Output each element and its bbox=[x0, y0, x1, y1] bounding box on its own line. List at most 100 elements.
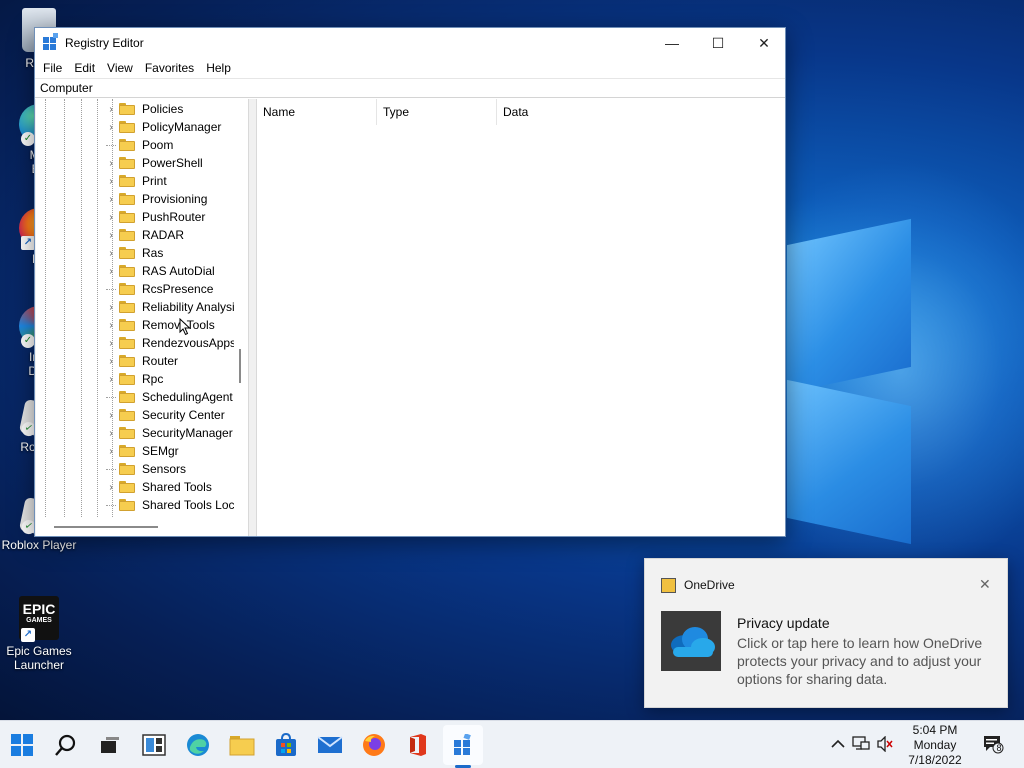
tree-item-label: RADAR bbox=[142, 228, 185, 242]
expand-chevron-icon[interactable]: › bbox=[106, 266, 116, 277]
tree-item[interactable]: Shared Tools Loca bbox=[106, 496, 241, 514]
menu-file[interactable]: File bbox=[37, 61, 68, 75]
tree-item[interactable]: › Rpc bbox=[106, 370, 163, 388]
tree-item[interactable]: › SEMgr bbox=[106, 442, 178, 460]
menu-edit[interactable]: Edit bbox=[68, 61, 101, 75]
tree-item[interactable]: › RAS AutoDial bbox=[106, 262, 214, 280]
tree-item[interactable]: › Provisioning bbox=[106, 190, 207, 208]
tree-item-label: RcsPresence bbox=[142, 282, 214, 296]
task-view-icon bbox=[101, 737, 119, 753]
tree-item[interactable]: › Policies bbox=[106, 100, 183, 118]
expand-chevron-icon[interactable]: › bbox=[106, 230, 116, 241]
tree-item[interactable]: › Reliability Analysi bbox=[106, 298, 234, 316]
widgets-button[interactable] bbox=[134, 725, 174, 765]
notification-close-icon[interactable]: ✕ bbox=[979, 576, 991, 593]
volume-muted-icon[interactable] bbox=[876, 735, 894, 753]
tree-horizontal-scrollbar[interactable] bbox=[36, 517, 248, 535]
expand-chevron-icon[interactable]: › bbox=[106, 446, 116, 457]
show-hidden-icons-chevron-up-icon[interactable] bbox=[829, 735, 847, 753]
expand-chevron-icon[interactable]: › bbox=[106, 338, 116, 349]
mail-icon bbox=[317, 736, 343, 753]
expand-chevron-icon[interactable]: › bbox=[106, 410, 116, 421]
search-icon bbox=[55, 734, 76, 756]
column-header-name[interactable]: Name bbox=[257, 99, 377, 125]
taskbar-store-button[interactable] bbox=[266, 725, 306, 765]
folder-icon bbox=[119, 121, 135, 133]
registry-editor-window[interactable]: Registry Editor — ☐ ✕ File Edit View Fav… bbox=[34, 27, 786, 537]
onedrive-app-icon bbox=[661, 578, 676, 593]
folder-icon bbox=[119, 409, 135, 421]
minimize-button[interactable]: — bbox=[649, 28, 695, 58]
wallpaper-windows-logo-lower bbox=[787, 379, 911, 545]
tree-guide-line bbox=[81, 99, 82, 517]
tree-horizontal-scroll-thumb[interactable] bbox=[54, 526, 158, 528]
column-header-type[interactable]: Type bbox=[377, 99, 497, 125]
tree-vertical-scrollbar[interactable] bbox=[234, 99, 248, 517]
tree-item[interactable]: › RADAR bbox=[106, 226, 184, 244]
tree-item[interactable]: › Router bbox=[106, 352, 178, 370]
expand-chevron-icon[interactable]: › bbox=[106, 302, 116, 313]
expand-chevron-icon[interactable]: › bbox=[106, 158, 116, 169]
menu-favorites[interactable]: Favorites bbox=[139, 61, 200, 75]
expand-chevron-icon[interactable]: › bbox=[106, 428, 116, 439]
tree-item[interactable]: › Ras bbox=[106, 244, 163, 262]
taskbar-edge-button[interactable] bbox=[178, 725, 218, 765]
window-body: › Policies › PolicyManager Poom › PowerShell › P… bbox=[35, 99, 785, 536]
expand-chevron-icon[interactable]: › bbox=[106, 374, 116, 385]
tree-item[interactable]: › Shared Tools bbox=[106, 478, 212, 496]
address-bar[interactable]: Computer bbox=[35, 78, 785, 98]
file-explorer-icon bbox=[229, 736, 255, 756]
tree-item[interactable]: › PowerShell bbox=[106, 154, 202, 172]
network-icon[interactable] bbox=[852, 735, 870, 753]
onedrive-notification[interactable]: OneDrive ✕ Privacy update Click or tap h… bbox=[644, 558, 1008, 708]
tree-guide-line bbox=[97, 99, 98, 517]
tree-item[interactable]: RcsPresence bbox=[106, 280, 213, 298]
maximize-button[interactable]: ☐ bbox=[695, 28, 741, 58]
task-view-button[interactable] bbox=[90, 725, 130, 765]
column-header-data[interactable]: Data bbox=[497, 99, 617, 125]
close-button[interactable]: ✕ bbox=[741, 28, 787, 58]
expand-chevron-icon[interactable]: › bbox=[106, 194, 116, 205]
tree-item-label: Shared Tools bbox=[142, 480, 212, 494]
epic-games-icon: EPIC GAMES ↗ bbox=[19, 596, 59, 642]
expand-chevron-icon[interactable]: › bbox=[106, 212, 116, 223]
title-bar[interactable]: Registry Editor — ☐ ✕ bbox=[35, 28, 785, 58]
taskbar-office-button[interactable] bbox=[398, 725, 438, 765]
menu-view[interactable]: View bbox=[101, 61, 139, 75]
tree-item[interactable]: › PushRouter bbox=[106, 208, 205, 226]
tree-item[interactable]: › PolicyManager bbox=[106, 118, 221, 136]
system-clock[interactable]: 5:04 PM Monday 7/18/2022 bbox=[900, 723, 970, 768]
tree-item[interactable]: › RemoveTools bbox=[106, 316, 214, 334]
start-button[interactable] bbox=[2, 725, 42, 765]
values-pane[interactable]: Name Type Data bbox=[256, 99, 785, 536]
tree-item-label: Print bbox=[142, 174, 167, 188]
expand-chevron-icon[interactable]: › bbox=[106, 176, 116, 187]
tree-item[interactable]: SchedulingAgent bbox=[106, 388, 233, 406]
tree-vertical-scroll-thumb[interactable] bbox=[239, 349, 241, 383]
desktop-icon-epic-games[interactable]: EPIC GAMES ↗ Epic Games Launcher bbox=[0, 596, 78, 672]
expand-chevron-icon[interactable]: › bbox=[106, 248, 116, 259]
folder-icon bbox=[119, 229, 135, 241]
expand-chevron-icon[interactable]: › bbox=[106, 122, 116, 133]
tree-item-label: PushRouter bbox=[142, 210, 206, 224]
notification-center-button[interactable]: 8 bbox=[982, 735, 1004, 754]
taskbar-file-explorer-button[interactable] bbox=[222, 725, 262, 765]
expand-chevron-icon[interactable]: › bbox=[106, 320, 116, 331]
tree-item[interactable]: Sensors bbox=[106, 460, 186, 478]
tree-item[interactable]: Poom bbox=[106, 136, 173, 154]
key-tree-pane[interactable]: › Policies › PolicyManager Poom › PowerShell › P… bbox=[36, 99, 249, 536]
expand-chevron-icon[interactable]: › bbox=[106, 356, 116, 367]
tree-item[interactable]: › Print bbox=[106, 172, 167, 190]
tree-item[interactable]: › SecurityManager bbox=[106, 424, 232, 442]
expand-chevron-icon[interactable]: › bbox=[106, 482, 116, 493]
taskbar-mail-button[interactable] bbox=[310, 725, 350, 765]
taskbar-registry-editor-button[interactable] bbox=[443, 725, 483, 765]
tree-item[interactable]: › RendezvousApps bbox=[106, 334, 236, 352]
menu-help[interactable]: Help bbox=[200, 61, 237, 75]
search-button[interactable] bbox=[46, 725, 86, 765]
folder-icon bbox=[119, 283, 135, 295]
expand-chevron-icon[interactable]: › bbox=[106, 104, 116, 115]
minimize-icon: — bbox=[665, 35, 679, 51]
tree-item[interactable]: › Security Center bbox=[106, 406, 224, 424]
taskbar-firefox-button[interactable] bbox=[354, 725, 394, 765]
